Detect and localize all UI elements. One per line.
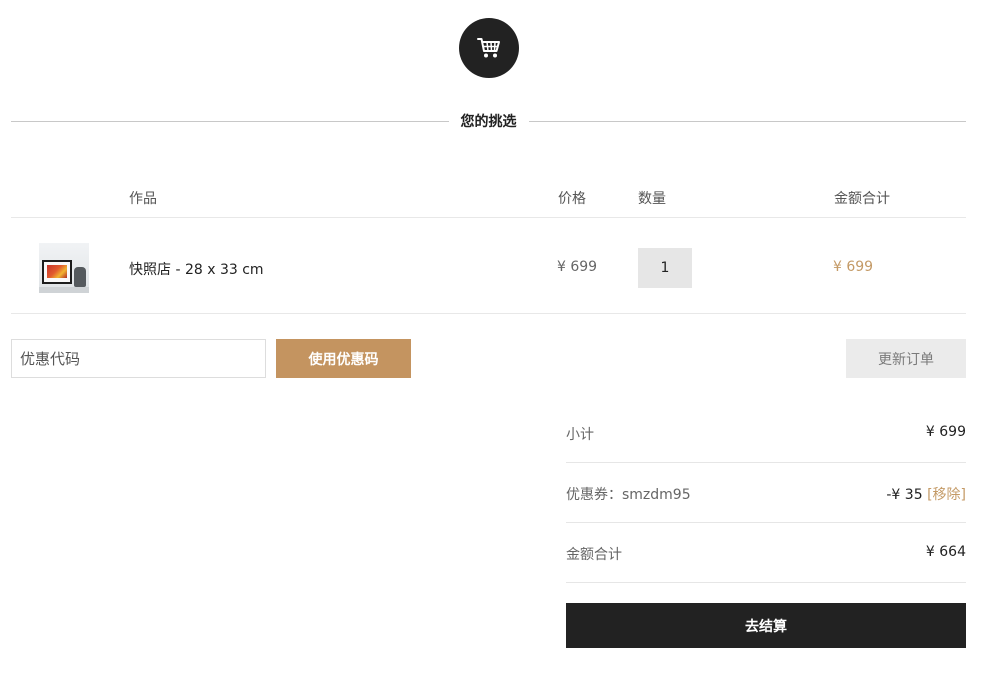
product-thumbnail[interactable] xyxy=(39,243,89,293)
section-title: 您的挑选 xyxy=(11,109,966,133)
subtotal-label: 小计 xyxy=(566,427,594,443)
coupon-discount-value: -¥ 35 xyxy=(886,487,923,503)
totals-divider xyxy=(566,582,966,583)
table-divider xyxy=(11,217,966,218)
cart-page: 您的挑选 作品 价格 数量 金额合计 快照店 - 28 x 33 cm ¥ 69… xyxy=(0,0,981,675)
column-header-product: 作品 xyxy=(129,191,157,207)
column-header-quantity: 数量 xyxy=(638,191,666,207)
column-header-total: 金额合计 xyxy=(834,191,890,207)
row-total: ¥ 699 xyxy=(833,259,874,275)
total-value: ¥ 664 xyxy=(925,544,966,560)
title-rule-left xyxy=(11,120,449,122)
remove-coupon-link[interactable]: [移除] xyxy=(927,487,966,503)
coupon-code-input[interactable] xyxy=(11,339,266,378)
product-name-link[interactable]: 快照店 - 28 x 33 cm xyxy=(129,259,264,279)
total-label: 金额合计 xyxy=(566,547,622,563)
column-header-price: 价格 xyxy=(558,191,586,207)
cart-badge xyxy=(459,18,519,78)
cart-icon xyxy=(477,37,501,59)
page-title: 您的挑选 xyxy=(460,114,517,130)
totals-divider xyxy=(566,522,966,523)
subtotal-value: ¥ 699 xyxy=(925,424,966,440)
checkout-button[interactable]: 去结算 xyxy=(566,603,966,648)
title-rule-right xyxy=(528,120,966,122)
product-price: ¥ 699 xyxy=(557,259,598,275)
coupon-applied-label: 优惠券：smzdm95 xyxy=(566,487,691,503)
quantity-input[interactable] xyxy=(638,248,692,288)
apply-coupon-button[interactable]: 使用优惠码 xyxy=(276,339,411,378)
update-order-button[interactable]: 更新订单 xyxy=(846,339,966,378)
coupon-discount: -¥ 35 [移除] xyxy=(886,484,966,504)
table-divider xyxy=(11,313,966,314)
totals-divider xyxy=(566,462,966,463)
